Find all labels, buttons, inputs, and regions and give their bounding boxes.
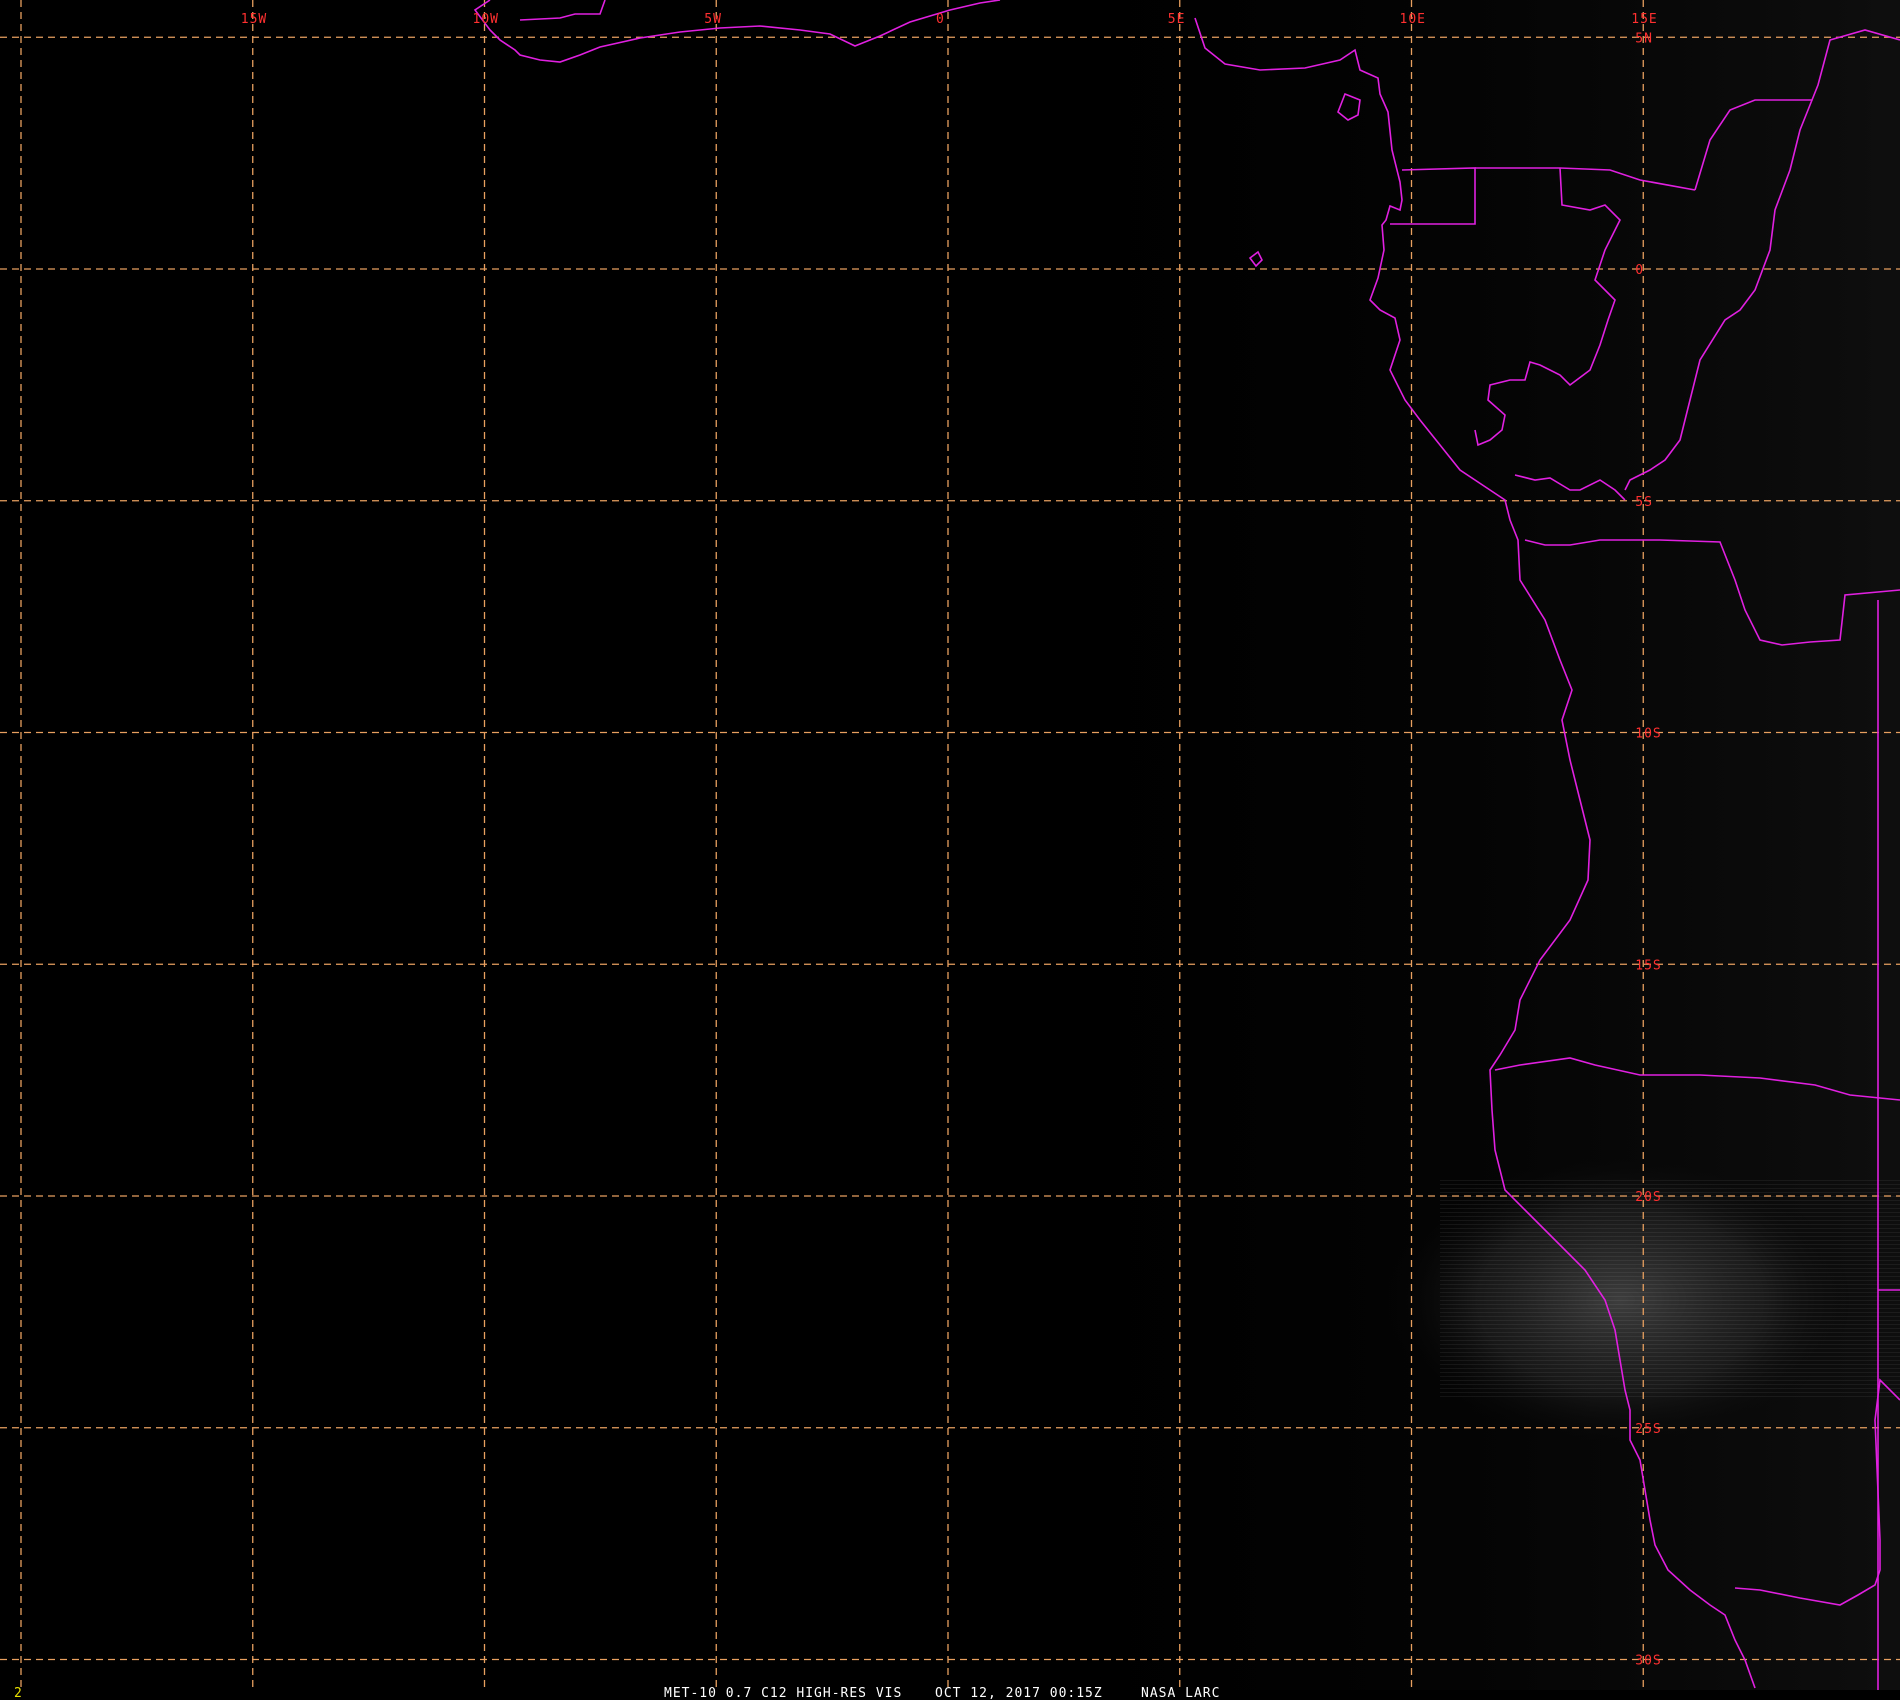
lat-tick-label: 15S xyxy=(1635,958,1661,973)
lon-tick-label: 5W xyxy=(704,12,722,27)
source-label: NASA LARC xyxy=(1141,1686,1220,1700)
satellite-map: 15W 10W 5W 0 5E 10E 15E5N05S10S15S20S25S30S 2 … xyxy=(0,0,1900,1700)
lat-tick-label: 5S xyxy=(1635,495,1653,510)
lon-tick-label: 15W xyxy=(241,12,267,27)
lon-tick-label: 15E xyxy=(1631,12,1657,27)
lon-tick-label: 10W xyxy=(473,12,499,27)
ocean-haze xyxy=(950,0,1900,1690)
product-label: MET-10 0.7 C12 HIGH-RES VIS xyxy=(664,1686,902,1700)
lat-tick-label: 0 xyxy=(1635,263,1644,278)
lon-tick-label: 5E xyxy=(1168,12,1186,27)
frame-number: 2 xyxy=(14,1686,23,1700)
lat-tick-label: 5N xyxy=(1635,31,1653,46)
lat-tick-label: 25S xyxy=(1635,1422,1661,1437)
lon-tick-label: 0 xyxy=(936,12,945,27)
lat-tick-label: 10S xyxy=(1635,727,1661,742)
lon-tick-label: 10E xyxy=(1400,12,1426,27)
scan-lines xyxy=(1440,1180,1900,1400)
lat-tick-label: 20S xyxy=(1635,1190,1661,1205)
datetime-label: OCT 12, 2017 00:15Z xyxy=(935,1686,1103,1700)
lat-tick-label: 30S xyxy=(1635,1654,1661,1669)
